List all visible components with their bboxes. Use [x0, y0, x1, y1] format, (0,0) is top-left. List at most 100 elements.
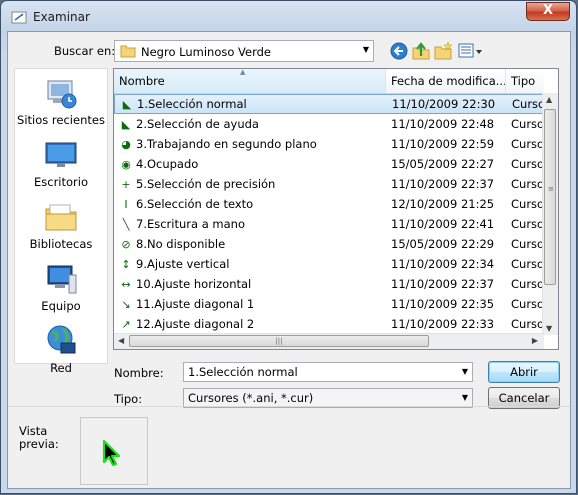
file-row[interactable]: ↗ 12.Ajuste diagonal 2 11/10/2009 22:33 Cur…: [114, 314, 548, 335]
file-rows: ◣ 1.Selección normal 11/10/2009 22:30 Curso…: [114, 94, 550, 335]
network-icon: [47, 325, 76, 354]
cursor-file-icon: ↗: [121, 318, 131, 331]
place-network[interactable]: Red: [15, 323, 107, 375]
file-row[interactable]: ⊘ 8.No disponible 15/05/2009 22:29 Cursor: [114, 234, 548, 255]
column-header-name[interactable]: ▲ Nombre: [114, 69, 386, 93]
column-header-type[interactable]: Tipo: [506, 69, 558, 93]
file-name: ╲ 7.Escritura a mano: [118, 214, 384, 235]
title-bar[interactable]: Examinar X: [1, 1, 576, 31]
place-label: Equipo: [41, 299, 81, 313]
open-dialog-window: Examinar X Buscar en: Negro Luminoso Ver…: [0, 0, 577, 494]
place-recent[interactable]: Sitios recientes: [15, 75, 107, 127]
places-bar: Sitios recientes Escritorio Bibliotecas: [14, 68, 108, 375]
chevron-down-icon[interactable]: ▼: [462, 363, 468, 381]
file-name-text: 7.Escritura a mano: [136, 217, 245, 231]
file-name-text: 1.Selección normal: [137, 97, 247, 111]
filename-label: Nombre:: [114, 366, 164, 380]
chevron-down-icon[interactable]: ▼: [462, 389, 468, 407]
file-row[interactable]: ↔ 10.Ajuste horizontal 11/10/2009 22:37 Cur…: [114, 274, 548, 295]
divider: [8, 406, 570, 407]
grip-icon: ≡: [548, 185, 554, 193]
cursor-file-icon: ↘: [121, 298, 131, 311]
column-header-date[interactable]: Fecha de modifica...: [386, 69, 506, 93]
preview-label-line1: Vista: [19, 424, 48, 438]
cursor-file-icon: ◉: [121, 158, 131, 171]
file-date: 11/10/2009 22:37: [391, 277, 495, 291]
preview-pane: [80, 417, 148, 485]
file-name: ↘ 11.Ajuste diagonal 1: [118, 294, 384, 315]
file-date: 11/10/2009 22:37: [391, 177, 495, 191]
cursor-file-icon: +: [121, 178, 131, 191]
file-row[interactable]: ◕ 3.Trabajando en segundo plano 11/10/2009…: [114, 134, 549, 154]
file-name: +5.Selección de precisión: [118, 174, 384, 195]
file-name-text: 8.No disponible: [136, 237, 226, 251]
column-name-label: Nombre: [119, 74, 165, 88]
vertical-scrollbar[interactable]: ▲ ≡ ▼: [542, 93, 558, 335]
close-button[interactable]: X: [526, 2, 570, 21]
filetype-select[interactable]: Cursores (*.ani, *.cur) ▼: [183, 388, 473, 408]
new-folder-icon[interactable]: [433, 41, 453, 61]
place-computer[interactable]: Equipo: [15, 261, 107, 313]
file-name-text: 12.Ajuste diagonal 2: [136, 317, 255, 331]
file-date: 11/10/2009 22:41: [391, 217, 495, 231]
file-date: 11/10/2009 22:34: [391, 257, 495, 271]
filetype-value: Cursores (*.ani, *.cur): [188, 391, 314, 405]
close-icon: X: [542, 3, 554, 18]
vertical-scroll-thumb[interactable]: ≡: [544, 109, 556, 285]
chevron-down-icon[interactable]: ▼: [363, 45, 369, 54]
dialog-body: Buscar en: Negro Luminoso Verde ▼ Sitios…: [7, 31, 571, 489]
place-libraries[interactable]: Bibliotecas: [15, 199, 107, 251]
computer-icon: [47, 265, 77, 294]
file-row[interactable]: ↕ 9.Ajuste vertical 11/10/2009 22:34 Cursor: [114, 254, 548, 275]
file-name: ◣ 1.Selección normal: [119, 95, 385, 114]
preview-label-line2: previa:: [19, 437, 59, 451]
file-name: ⊘ 8.No disponible: [118, 234, 384, 255]
cursor-file-icon: ↕: [121, 258, 131, 271]
scroll-up-icon[interactable]: ▲: [546, 95, 552, 104]
file-date: 11/10/2009 22:48: [391, 117, 495, 131]
file-row[interactable]: ╲ 7.Escritura a mano 11/10/2009 22:41 Curso…: [114, 214, 549, 235]
file-name-text: 10.Ajuste horizontal: [136, 277, 252, 291]
sort-ascending-icon: ▲: [240, 69, 246, 76]
scroll-down-icon[interactable]: ▼: [546, 324, 552, 333]
file-name-text: 11.Ajuste diagonal 1: [136, 297, 255, 311]
file-row[interactable]: ◉ 4.Ocupado 15/05/2009 22:27 Cursor: [114, 154, 549, 174]
cursor-file-icon: ◕: [121, 138, 131, 151]
file-row[interactable]: ◣ 2.Selección de ayuda 11/10/2009 22:48 Cur…: [114, 114, 549, 135]
back-arrow-icon[interactable]: [389, 41, 409, 61]
file-name-text: 5.Selección de precisión: [136, 177, 276, 191]
recent-places-icon: [47, 80, 77, 109]
file-list[interactable]: ▲ Nombre Fecha de modifica... Tipo ◣ 1.Se…: [113, 68, 559, 350]
filetype-label: Tipo:: [114, 392, 143, 406]
file-date: 15/05/2009 22:27: [391, 157, 495, 171]
libraries-icon: [45, 204, 77, 231]
cursor-preview-icon: [102, 439, 121, 467]
file-name: ↗ 12.Ajuste diagonal 2: [118, 314, 384, 335]
filename-input[interactable]: 1.Selección normal ▼: [183, 362, 473, 382]
horizontal-scroll-thumb[interactable]: |||: [129, 335, 429, 347]
file-name: ↕ 9.Ajuste vertical: [118, 254, 384, 275]
open-button[interactable]: Abrir: [488, 361, 560, 383]
file-row[interactable]: I 6.Selección de texto 12/10/2009 21:25 Cur…: [114, 194, 548, 214]
up-folder-icon[interactable]: [411, 41, 431, 61]
horizontal-scrollbar[interactable]: ◀ ||| ▶: [114, 333, 544, 349]
place-label: Sitios recientes: [17, 113, 105, 127]
file-row[interactable]: +5.Selección de precisión 11/10/2009 22:3…: [114, 174, 548, 195]
cursor-file-icon: ◣: [121, 118, 131, 131]
file-name: ↔ 10.Ajuste horizontal: [118, 274, 384, 295]
file-row[interactable]: ↘ 11.Ajuste diagonal 1 11/10/2009 22:35 Cur…: [114, 294, 548, 315]
file-row[interactable]: ◣ 1.Selección normal 11/10/2009 22:30 Curso…: [114, 94, 550, 114]
file-name: ◣ 2.Selección de ayuda: [118, 114, 384, 135]
views-menu-icon[interactable]: [457, 41, 483, 61]
list-header: ▲ Nombre Fecha de modifica... Tipo: [114, 69, 544, 94]
scroll-right-icon[interactable]: ▶: [532, 336, 538, 345]
app-icon: [11, 11, 27, 24]
lookin-combobox[interactable]: Negro Luminoso Verde ▼: [114, 40, 374, 62]
scroll-left-icon[interactable]: ◀: [118, 336, 124, 345]
file-date: 15/05/2009 22:29: [391, 237, 495, 251]
cursor-file-icon: ↔: [121, 278, 131, 291]
place-desktop[interactable]: Escritorio: [15, 137, 107, 189]
file-name-text: 9.Ajuste vertical: [136, 257, 230, 271]
file-date: 11/10/2009 22:30: [392, 97, 496, 111]
file-name-text: 6.Selección de texto: [136, 197, 254, 211]
